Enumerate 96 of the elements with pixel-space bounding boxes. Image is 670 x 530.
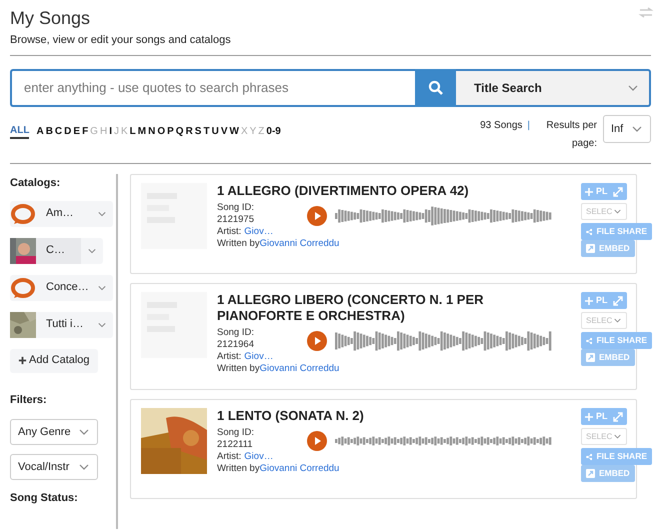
letter-filter-link[interactable]: T — [203, 126, 210, 138]
expand-icon — [613, 296, 623, 306]
play-icon — [314, 212, 320, 220]
caret-icon — [613, 317, 622, 324]
written-by-label: Written by — [217, 238, 260, 250]
per-page-select[interactable]: Inf — [603, 115, 651, 143]
caret-icon — [78, 427, 90, 437]
song-count: 93 Songs — [480, 119, 522, 133]
letter-filter-link[interactable]: N — [148, 126, 156, 138]
caret-icon — [613, 208, 622, 215]
writer-link[interactable]: Giovanni Correddu — [260, 363, 340, 375]
catalog-item[interactable]: Conce… — [10, 274, 113, 300]
page-title: My Songs — [10, 7, 90, 30]
letter-filter-link[interactable]: 0-9 — [266, 126, 281, 138]
letter-filter-link[interactable]: S — [194, 126, 202, 138]
written-by-label: Written by — [217, 463, 260, 475]
song-id-label: Song ID: — [217, 427, 255, 439]
letter-filter-link[interactable]: R — [186, 126, 193, 138]
letter-filter-link[interactable]: V — [220, 126, 228, 138]
letter-filter-link[interactable]: B — [46, 126, 53, 138]
caret-icon — [627, 83, 639, 93]
caret-icon — [97, 320, 107, 328]
plus-icon — [585, 188, 593, 196]
writer-link[interactable]: Giovanni Correddu — [260, 238, 340, 250]
play-button[interactable] — [307, 331, 327, 351]
song-title: 1 ALLEGRO LIBERO (CONCERTO N. 1 PER PIANOFORTE E ORCHESTRA) — [217, 292, 485, 324]
writer-link[interactable]: Giovanni Correddu — [260, 463, 340, 475]
caret-icon — [97, 284, 107, 292]
song-title: 1 LENTO (SONATA N. 2) — [217, 408, 365, 424]
artist-label: Artist: — [217, 351, 242, 363]
catalog-name: Tutti i… — [45, 317, 84, 332]
artist-link[interactable]: Giov… — [244, 226, 274, 238]
separator-text: | — [527, 119, 530, 133]
song-id: 2121975 — [217, 214, 255, 226]
play-icon — [314, 437, 320, 445]
song-id: 2121964 — [217, 339, 255, 351]
search-mode-select[interactable]: Title Search — [456, 69, 651, 107]
song-status-heading: Song Status: — [10, 491, 79, 506]
play-icon — [314, 337, 320, 345]
artist-link[interactable]: Giov… — [244, 451, 274, 463]
caret-icon — [87, 246, 97, 254]
catalog-name: Conce… — [45, 280, 90, 296]
letter-filter-link[interactable]: O — [157, 126, 166, 138]
artist-label: Artist: — [217, 226, 242, 238]
caret-icon — [613, 433, 622, 440]
written-by-label: Written by — [217, 363, 260, 375]
song-id-label: Song ID: — [217, 327, 255, 339]
caret-icon — [97, 210, 107, 218]
letter-filter-link[interactable]: L — [130, 126, 136, 138]
share-icon — [586, 452, 592, 462]
letter-filter-link[interactable]: C — [54, 126, 62, 138]
catalog-item[interactable]: C… — [10, 238, 103, 264]
search-icon — [428, 80, 444, 96]
embed-icon — [586, 244, 595, 253]
catalog-name: C… — [36, 238, 81, 264]
letter-filter-link[interactable]: I — [109, 126, 112, 138]
search-button[interactable] — [415, 69, 456, 107]
filter-select[interactable]: Any Genre — [10, 419, 98, 445]
plus-icon — [18, 356, 27, 365]
artist-label: Artist: — [217, 451, 242, 463]
song-id-label: Song ID: — [217, 202, 255, 214]
catalog-item[interactable]: Am… — [10, 200, 113, 226]
letter-filter-link[interactable]: F — [82, 126, 88, 138]
song-title: 1 ALLEGRO (DIVERTIMENTO OPERA 42) — [217, 183, 470, 199]
catalog-item[interactable]: Tutti i… — [10, 312, 113, 338]
play-button[interactable] — [307, 431, 327, 451]
letter-filter-link[interactable]: M — [138, 126, 146, 138]
expand-icon — [613, 186, 623, 196]
caret-icon — [78, 462, 90, 472]
filters-heading: Filters: — [10, 392, 48, 408]
plus-icon — [585, 296, 593, 304]
letter-filter-link[interactable]: P — [167, 126, 174, 138]
artist-link[interactable]: Giov… — [244, 351, 274, 363]
letter-filter-link[interactable]: U — [212, 126, 219, 138]
caret-icon — [631, 124, 643, 134]
page-subtitle: Browse, view or edit your songs and catalogs — [10, 33, 232, 48]
catalogs-heading: Catalogs: — [10, 176, 62, 191]
letter-filter-link[interactable]: W — [229, 126, 239, 138]
search-field[interactable]: enter anything - use quotes to search phrases — [10, 69, 415, 107]
add-catalog-button[interactable]: Add Catalog — [10, 348, 98, 372]
plus-icon — [585, 412, 593, 420]
play-button[interactable] — [307, 206, 327, 226]
letter-filter-link[interactable]: Q — [176, 126, 184, 138]
letter-filter-link[interactable]: E — [73, 126, 80, 138]
filter-select[interactable]: Vocal/Instr — [10, 454, 98, 480]
share-icon — [586, 226, 592, 236]
expand-icon — [613, 412, 623, 422]
song-id: 2122111 — [217, 439, 254, 451]
letter-filter-link[interactable]: ALL — [10, 125, 30, 139]
embed-icon — [586, 469, 595, 478]
letter-filter-link[interactable]: D — [64, 126, 72, 138]
embed-icon — [586, 353, 595, 362]
share-icon — [586, 336, 592, 346]
letter-filter-link[interactable]: A — [36, 126, 44, 138]
results-per-page-label: Results per page: — [545, 119, 597, 151]
catalog-name: Am… — [45, 206, 74, 222]
